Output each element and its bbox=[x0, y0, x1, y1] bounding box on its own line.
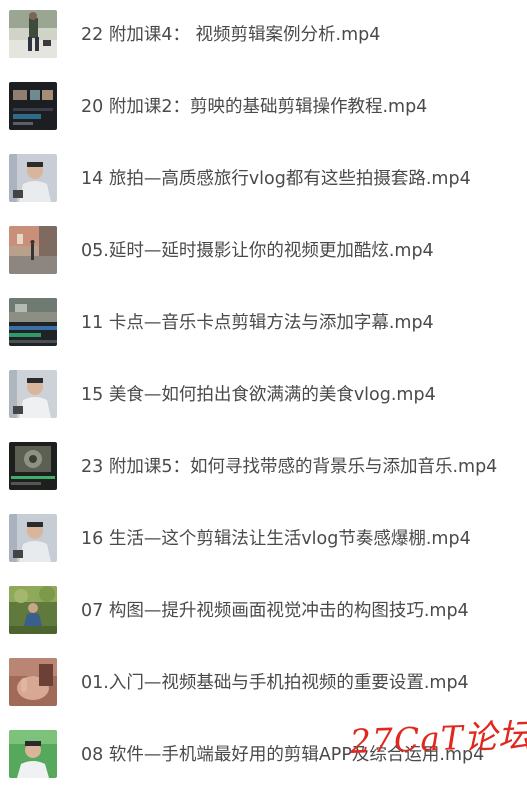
hand-closeup-thumbnail-icon bbox=[9, 658, 57, 706]
file-row[interactable]: 01.入门—视频基础与手机拍视频的重要设置.mp4 bbox=[0, 648, 527, 720]
outdoor-person-thumbnail-icon bbox=[9, 586, 57, 634]
file-name: 07 构图—提升视频画面视觉冲击的构图技巧.mp4 bbox=[81, 601, 469, 621]
watermark-text: 27CaT论坛 bbox=[349, 715, 527, 761]
file-row[interactable]: 22 附加课4： 视频剪辑案例分析.mp4 bbox=[0, 0, 527, 72]
presenter-thumbnail-icon bbox=[9, 514, 57, 562]
file-name: 14 旅拍—高质感旅行vlog都有这些拍摄套路.mp4 bbox=[81, 169, 471, 189]
file-row[interactable]: 14 旅拍—高质感旅行vlog都有这些拍摄套路.mp4 bbox=[0, 144, 527, 216]
file-name: 11 卡点—音乐卡点剪辑方法与添加字幕.mp4 bbox=[81, 313, 434, 333]
file-row[interactable]: 16 生活—这个剪辑法让生活vlog节奏感爆棚.mp4 bbox=[0, 504, 527, 576]
timeline-editor-thumbnail-icon bbox=[9, 298, 57, 346]
presenter-thumbnail-icon bbox=[9, 370, 57, 418]
file-name: 16 生活—这个剪辑法让生活vlog节奏感爆棚.mp4 bbox=[81, 529, 471, 549]
street-scene-thumbnail-icon bbox=[9, 226, 57, 274]
walking-person-thumbnail-icon bbox=[9, 10, 57, 58]
file-row[interactable]: 11 卡点—音乐卡点剪辑方法与添加字幕.mp4 bbox=[0, 288, 527, 360]
file-row[interactable]: 07 构图—提升视频画面视觉冲击的构图技巧.mp4 bbox=[0, 576, 527, 648]
file-name: 15 美食—如何拍出食欲满满的美食vlog.mp4 bbox=[81, 385, 436, 405]
file-name: 23 附加课5：如何寻找带感的背景乐与添加音乐.mp4 bbox=[81, 457, 498, 477]
file-row[interactable]: 15 美食—如何拍出食欲满满的美食vlog.mp4 bbox=[0, 360, 527, 432]
file-row[interactable]: 20 附加课2：剪映的基础剪辑操作教程.mp4 bbox=[0, 72, 527, 144]
file-name: 01.入门—视频基础与手机拍视频的重要设置.mp4 bbox=[81, 673, 469, 693]
presenter-green-thumbnail-icon bbox=[9, 730, 57, 778]
music-editor-thumbnail-icon bbox=[9, 442, 57, 490]
presenter-thumbnail-icon bbox=[9, 154, 57, 202]
watermark-logo: 27CaT论坛 bbox=[349, 716, 527, 770]
file-row[interactable]: 23 附加课5：如何寻找带感的背景乐与添加音乐.mp4 bbox=[0, 432, 527, 504]
file-row[interactable]: 05.延时—延时摄影让你的视频更加酷炫.mp4 bbox=[0, 216, 527, 288]
file-name: 22 附加课4： 视频剪辑案例分析.mp4 bbox=[81, 25, 381, 45]
file-name: 20 附加课2：剪映的基础剪辑操作教程.mp4 bbox=[81, 97, 428, 117]
editor-screen-thumbnail-icon bbox=[9, 82, 57, 130]
video-file-list: 22 附加课4： 视频剪辑案例分析.mp4 20 附加课2：剪映的基础剪辑操作教… bbox=[0, 0, 527, 784]
file-name: 05.延时—延时摄影让你的视频更加酷炫.mp4 bbox=[81, 241, 434, 261]
